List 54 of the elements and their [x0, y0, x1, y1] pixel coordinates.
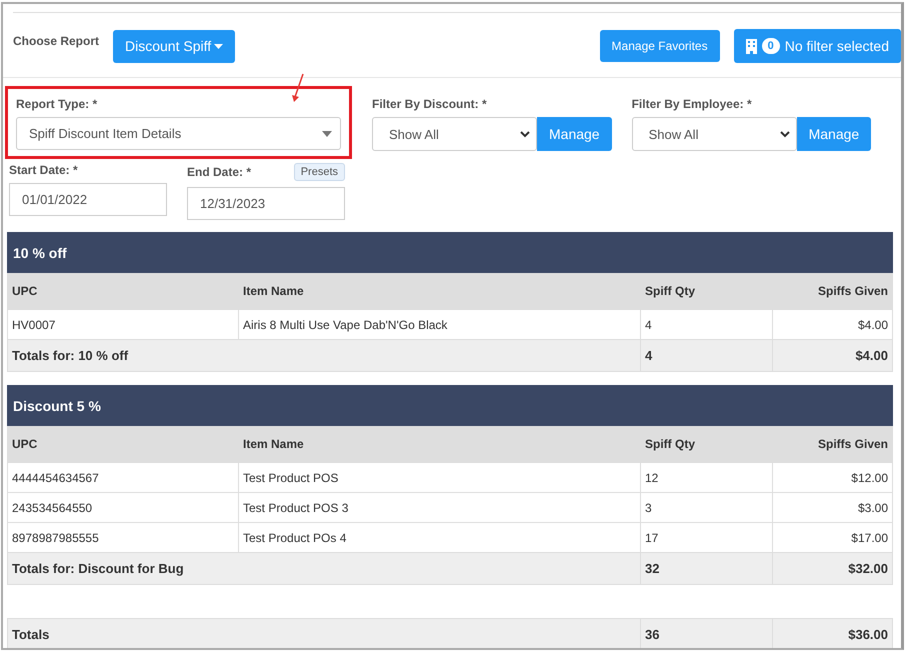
filter-count-badge: 0: [762, 38, 780, 54]
totals-cell-text: $4.00: [854, 347, 889, 365]
field-label: Filter By Employee: *: [632, 97, 753, 111]
table-cell: 17: [641, 523, 773, 552]
column-header: Item Name: [242, 283, 305, 300]
group-header: 10 % off: [7, 232, 893, 273]
totals-cell: 4: [641, 340, 773, 371]
totals-cell: 36: [641, 619, 773, 648]
table-cell: Airis 8 Multi Use Vape Dab'N'Go Black: [239, 310, 641, 339]
field-label: Filter By Discount: *: [372, 97, 488, 111]
column-header: Spiffs Given: [816, 283, 889, 300]
table-cell: 4: [641, 310, 773, 339]
table-cell: 12: [641, 463, 773, 492]
chevron-down-icon: [780, 130, 790, 138]
choose-report-label: Choose Report: [13, 34, 100, 48]
filter-select[interactable]: Show All: [372, 117, 537, 151]
table-cell: Test Product POS 3: [239, 493, 641, 522]
column-header: UPC: [11, 283, 38, 300]
totals-cell: Totals: [8, 619, 641, 648]
table-cell-text: $3.00: [856, 500, 889, 516]
column-header: Spiffs Given: [816, 436, 889, 453]
field-label: End Date: *: [187, 165, 252, 179]
field-label: Start Date: *: [9, 163, 79, 177]
totals-cell: Totals for: 10 % off: [8, 340, 641, 371]
totals-cell: Totals for: Discount for Bug: [8, 553, 641, 584]
table-cell-text: $12.00: [850, 470, 889, 486]
building-icon: [746, 38, 757, 54]
start-date-field[interactable]: 01/01/2022: [9, 183, 167, 216]
table-cell: Test Product POS: [239, 463, 641, 492]
report-type-select[interactable]: Spiff Discount Item Details: [16, 117, 341, 150]
filter-select[interactable]: Show All: [632, 117, 797, 151]
chevron-down-icon: [520, 130, 530, 138]
caret-icon: [322, 130, 332, 136]
table-cell: 4444454634567: [8, 463, 239, 492]
column-header: Spiff Qty: [644, 283, 696, 300]
annotation-arrow: [291, 73, 305, 103]
table-cell: 3: [641, 493, 773, 522]
table-cell: HV0007: [8, 310, 239, 339]
table-cell: 8978987985555: [8, 523, 239, 552]
table-cell-text: $4.00: [856, 316, 889, 334]
presets-button[interactable]: Presets: [294, 163, 345, 181]
table-cell: Test Product POs 4: [239, 523, 641, 552]
totals-cell-text: $32.00: [847, 560, 889, 578]
field-label: Report Type: *: [16, 97, 98, 111]
table-cell: 243534564550: [8, 493, 239, 522]
group-header: Discount 5 %: [7, 385, 893, 426]
column-header: UPC: [11, 436, 38, 453]
table-cell-text: $17.00: [850, 530, 889, 546]
end-date-field[interactable]: 12/31/2023: [187, 187, 345, 220]
caret-icon: [214, 44, 224, 48]
column-header: Spiff Qty: [644, 436, 696, 453]
column-header: Item Name: [242, 436, 305, 453]
totals-cell-text: $36.00: [847, 626, 889, 644]
totals-cell: 32: [641, 553, 773, 584]
